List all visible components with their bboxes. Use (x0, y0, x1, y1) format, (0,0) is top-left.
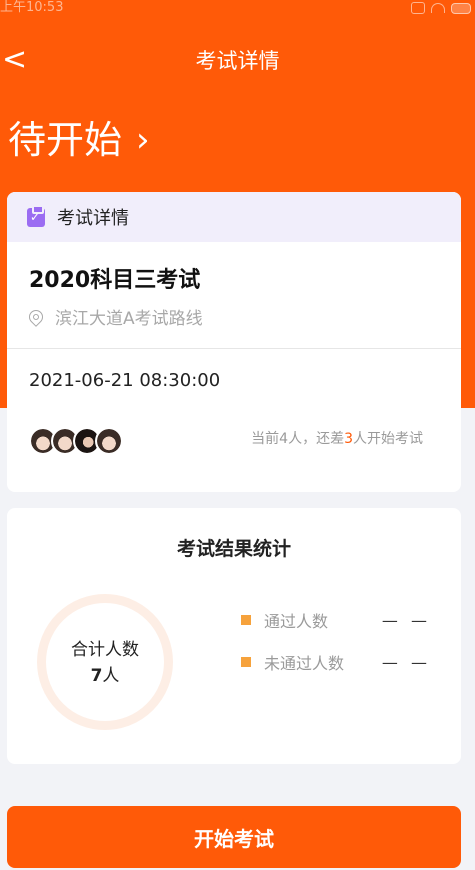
exam-status-label: 待开始 (8, 118, 123, 162)
legend-value-passed: — — (381, 610, 431, 630)
legend-label-passed: 通过人数 (264, 612, 329, 631)
total-unit: 人 (102, 666, 120, 686)
legend-value-failed: — — (381, 652, 431, 672)
clipboard-check-icon: ✓ (27, 204, 45, 227)
exam-status-link[interactable]: 待开始 › (8, 114, 150, 166)
alarm-icon (411, 2, 425, 14)
legend-label-failed: 未通过人数 (264, 654, 345, 673)
legend-failed: 未通过人数 — — (241, 650, 431, 674)
legend-swatch-failed (241, 657, 251, 667)
exam-detail-card: ✓ 考试详情 2020科目三考试 滨江大道A考试路线 2021-06-21 08… (7, 192, 461, 492)
total-value: 7人 (46, 663, 164, 689)
participant-count-suffix: 人开始考试 (353, 431, 423, 447)
start-exam-button[interactable]: 开始考试 (7, 806, 461, 868)
page-title: 考试详情 (195, 49, 280, 73)
stats-title: 考试结果统计 (176, 538, 291, 560)
participant-count: 当前4人，还差3人开始考试 (251, 428, 423, 448)
status-bar: 上午10:53 (0, 0, 475, 18)
legend-swatch-passed (241, 615, 251, 625)
participants-missing: 3 (344, 431, 353, 447)
battery-icon (451, 2, 471, 14)
location-pin-icon (26, 306, 46, 327)
exam-location: 滨江大道A考试路线 (26, 304, 203, 329)
card-header: ✓ 考试详情 (7, 192, 461, 242)
total-number: 7 (90, 666, 103, 686)
status-time: 上午10:53 (0, 0, 64, 15)
legend-passed: 通过人数 — — (241, 608, 431, 632)
exam-stats-card: 考试结果统计 合计人数 7人 通过人数 — — 未通过人数 — — (7, 508, 461, 764)
participant-count-prefix: 当前4人，还差 (251, 431, 345, 447)
divider (7, 348, 461, 349)
exam-location-text: 滨江大道A考试路线 (55, 309, 203, 329)
status-icons (411, 2, 471, 14)
wifi-icon (431, 3, 445, 13)
avatar (95, 427, 123, 455)
chevron-right-icon: › (136, 120, 150, 160)
total-donut: 合计人数 7人 (37, 594, 173, 730)
total-label: 合计人数 (71, 640, 139, 660)
exam-title: 2020科目三考试 (29, 268, 201, 293)
card-header-title: 考试详情 (57, 208, 129, 229)
exam-datetime: 2021-06-21 08:30:00 (29, 370, 221, 391)
participant-avatars[interactable] (29, 427, 139, 457)
